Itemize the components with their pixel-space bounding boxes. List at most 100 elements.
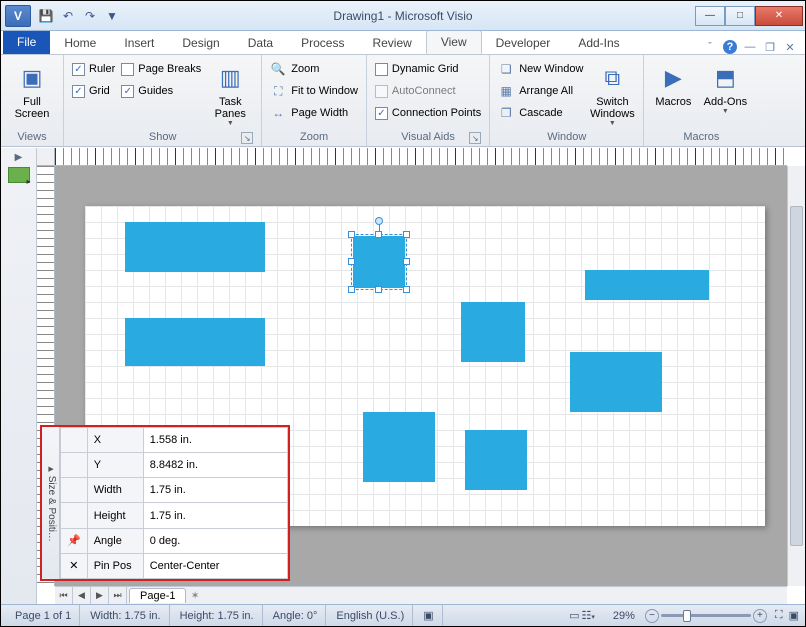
tab-file[interactable]: File [3, 30, 50, 54]
scrollbar-vertical[interactable] [787, 166, 805, 586]
show-launcher-icon[interactable]: ↘ [241, 132, 253, 144]
shape-rect[interactable] [125, 318, 265, 366]
resize-handle[interactable] [348, 231, 355, 238]
resize-handle[interactable] [348, 258, 355, 265]
resize-handle[interactable] [348, 286, 355, 293]
page-tab[interactable]: Page-1 [129, 588, 186, 603]
switch-windows-button[interactable]: ⧉ Switch Windows ▼ [589, 58, 635, 127]
tab-review[interactable]: Review [358, 32, 425, 54]
mdi-restore-icon[interactable]: ❐ [763, 40, 777, 54]
sp-row-width[interactable]: Width1.75 in. [61, 478, 288, 503]
zoom-in-button[interactable]: + [753, 609, 767, 623]
redo-icon[interactable]: ↷ [81, 7, 99, 25]
presentation-mode-icon[interactable]: ▭ [569, 609, 579, 622]
checkbox-connection-points[interactable]: ✓Connection Points [375, 102, 481, 124]
close-button[interactable]: ✕ [755, 6, 803, 26]
macro-record-icon[interactable]: ▣ [415, 605, 442, 626]
tab-insert[interactable]: Insert [110, 32, 168, 54]
zoom-button[interactable]: 🔍Zoom [270, 58, 358, 80]
page-last-icon[interactable]: ⏭ [109, 587, 127, 604]
ribbon-tabs: File Home Insert Design Data Process Rev… [1, 31, 805, 55]
checkbox-dynamic-grid[interactable]: Dynamic Grid [375, 58, 481, 80]
group-window: ❏New Window ▦Arrange All ❐Cascade ⧉ Swit… [490, 55, 644, 146]
tab-addins[interactable]: Add-Ins [564, 32, 633, 54]
shapes-pane-collapsed[interactable]: ▶ [1, 148, 37, 604]
page-nav: ⏮ ◀ ▶ ⏭ [55, 587, 127, 604]
page-width-button[interactable]: ↔Page Width [270, 102, 358, 124]
qat-dropdown-icon[interactable]: ▼ [103, 7, 121, 25]
rotation-handle[interactable] [375, 217, 383, 225]
tab-data[interactable]: Data [234, 32, 287, 54]
zoom-out-button[interactable]: − [645, 609, 659, 623]
status-page[interactable]: Page 1 of 1 [7, 605, 80, 626]
resize-handle[interactable] [403, 286, 410, 293]
status-language[interactable]: English (U.S.) [328, 605, 413, 626]
minimize-button[interactable]: — [695, 6, 725, 26]
new-window-button[interactable]: ❏New Window [498, 58, 583, 80]
status-width: Width: 1.75 in. [82, 605, 169, 626]
arrange-all-button[interactable]: ▦Arrange All [498, 80, 583, 102]
insert-page-icon[interactable]: ✶ [190, 589, 199, 602]
page-first-icon[interactable]: ⏮ [55, 587, 73, 604]
tab-process[interactable]: Process [287, 32, 358, 54]
resize-handle[interactable] [403, 258, 410, 265]
checkbox-ruler[interactable]: ✓Ruler [72, 58, 115, 80]
scrollbar-horizontal[interactable]: ⏮ ◀ ▶ ⏭ Page-1 ✶ [55, 586, 787, 604]
page-next-icon[interactable]: ▶ [91, 587, 109, 604]
sp-row-y[interactable]: Y8.8482 in. [61, 453, 288, 478]
group-label-window: Window [498, 129, 635, 146]
status-bar: Page 1 of 1 Width: 1.75 in. Height: 1.75… [1, 604, 805, 626]
page-width-icon: ↔ [270, 105, 286, 121]
sp-row-pinpos[interactable]: ✕Pin PosCenter-Center [61, 553, 288, 578]
maximize-button[interactable]: □ [725, 6, 755, 26]
tab-design[interactable]: Design [168, 32, 233, 54]
resize-handle[interactable] [375, 286, 382, 293]
resize-handle[interactable] [375, 231, 382, 238]
size-position-tab[interactable]: ▶ Size & Positi… [42, 427, 60, 579]
shapes-icon[interactable] [8, 167, 30, 183]
size-position-panel[interactable]: ▶ Size & Positi… X1.558 in. Y8.8482 in. … [40, 425, 290, 581]
help-icon[interactable]: ? [723, 40, 737, 54]
sp-row-angle[interactable]: 📌Angle0 deg. [61, 528, 288, 553]
app-icon[interactable]: V [5, 5, 31, 27]
save-icon[interactable]: 💾 [37, 7, 55, 25]
addons-button[interactable]: ⬒ Add-Ons ▼ [700, 58, 750, 115]
checkbox-page-breaks[interactable]: Page Breaks [121, 58, 201, 80]
checkbox-guides[interactable]: ✓Guides [121, 80, 201, 102]
shape-rect[interactable] [570, 352, 662, 412]
ruler-horizontal[interactable] [55, 148, 787, 166]
resize-handle[interactable] [403, 231, 410, 238]
shape-rect[interactable] [585, 270, 709, 300]
zoom-level[interactable]: 29% [605, 605, 643, 626]
visual-aids-launcher-icon[interactable]: ↘ [469, 132, 481, 144]
tab-view[interactable]: View [426, 30, 482, 54]
full-screen-button[interactable]: ▣ Full Screen [9, 58, 55, 120]
scroll-thumb[interactable] [790, 206, 803, 546]
page-prev-icon[interactable]: ◀ [73, 587, 91, 604]
mdi-minimize-icon[interactable]: — [743, 40, 757, 54]
page-break-icon[interactable]: ☷▾ [581, 609, 594, 622]
zoom-slider[interactable] [661, 614, 751, 617]
shape-rect[interactable] [465, 430, 527, 490]
fit-page-icon[interactable]: ⛶ [775, 609, 783, 622]
macros-button[interactable]: ▶ Macros [652, 58, 694, 108]
switch-windows-icon: ⧉ [596, 62, 628, 94]
shape-rect[interactable] [363, 412, 435, 482]
shape-rect[interactable] [461, 302, 525, 362]
tab-developer[interactable]: Developer [482, 32, 565, 54]
expand-shapes-icon[interactable]: ▶ [15, 152, 23, 163]
undo-icon[interactable]: ↶ [59, 7, 77, 25]
task-panes-button[interactable]: ▥ Task Panes ▼ [207, 58, 253, 127]
minimize-ribbon-icon[interactable]: ˇ [703, 40, 717, 54]
mdi-close-icon[interactable]: ✕ [783, 40, 797, 54]
full-screen-status-icon[interactable]: ▣ [789, 609, 799, 622]
checkbox-grid[interactable]: ✓Grid [72, 80, 115, 102]
zoom-thumb[interactable] [683, 610, 691, 622]
sp-row-height[interactable]: Height1.75 in. [61, 503, 288, 528]
sp-row-x[interactable]: X1.558 in. [61, 428, 288, 453]
status-height: Height: 1.75 in. [172, 605, 263, 626]
tab-home[interactable]: Home [50, 32, 110, 54]
fit-to-window-button[interactable]: ⛶Fit to Window [270, 80, 358, 102]
cascade-button[interactable]: ❐Cascade [498, 102, 583, 124]
shape-rect[interactable] [125, 222, 265, 272]
